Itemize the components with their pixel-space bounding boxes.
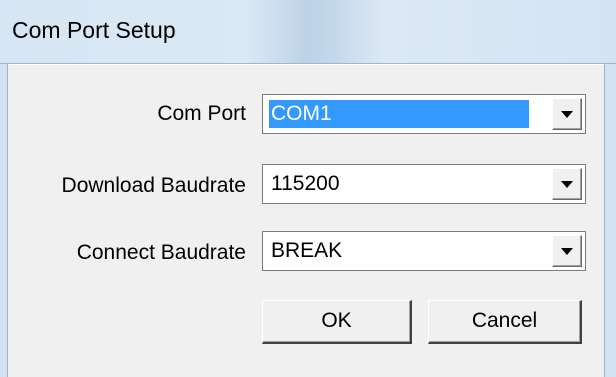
download-baudrate-label: Download Baudrate [61, 174, 246, 197]
download-baudrate-value: 115200 [271, 172, 340, 195]
connect-baudrate-value: BREAK [271, 239, 343, 262]
chevron-down-icon [561, 111, 573, 118]
connect-baudrate-label: Connect Baudrate [76, 241, 246, 264]
chevron-down-icon [561, 248, 573, 255]
cancel-button[interactable]: Cancel [428, 300, 582, 344]
com-port-value: COM1 [268, 99, 530, 129]
com-port-setup-dialog: Com Port Setup Com Port COM1 Download Ba… [0, 0, 616, 377]
download-baudrate-dropdown-button[interactable] [552, 168, 582, 200]
com-port-label: Com Port [157, 102, 246, 125]
connect-baudrate-select[interactable]: BREAK [262, 231, 586, 271]
title-bar[interactable]: Com Port Setup [0, 0, 616, 64]
window-frame-right [604, 64, 616, 377]
connect-baudrate-dropdown-button[interactable] [552, 235, 582, 267]
window-title: Com Port Setup [12, 17, 176, 43]
download-baudrate-select[interactable]: 115200 [262, 164, 586, 204]
com-port-dropdown-button[interactable] [552, 98, 582, 130]
window-frame-left [0, 64, 8, 377]
com-port-select[interactable]: COM1 [262, 94, 586, 134]
chevron-down-icon [561, 181, 573, 188]
ok-button[interactable]: OK [262, 300, 412, 344]
